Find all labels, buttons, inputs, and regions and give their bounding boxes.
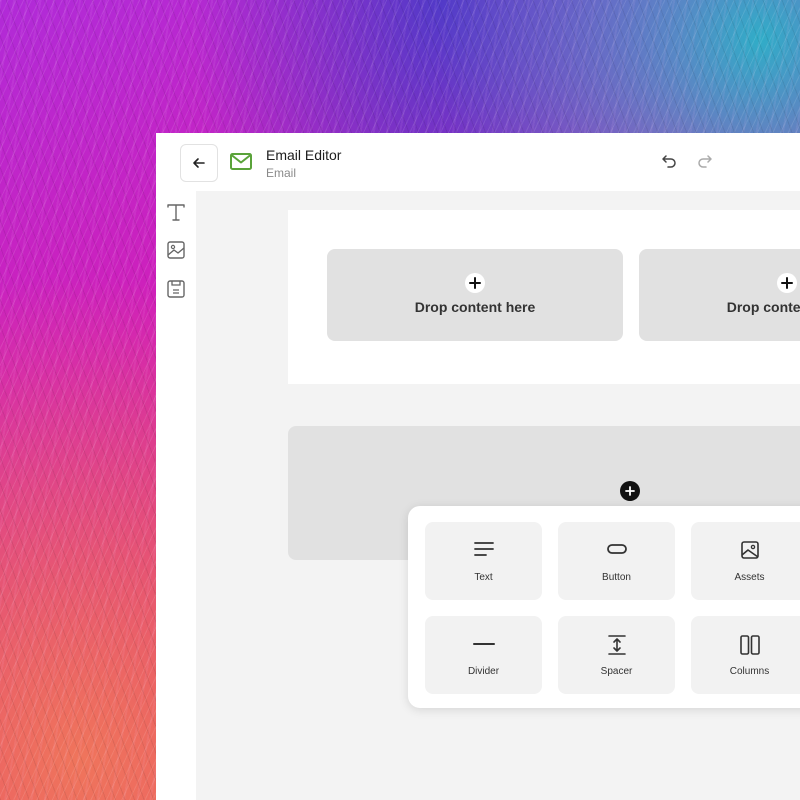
- arrow-left-icon: [193, 158, 205, 168]
- add-block-button[interactable]: [620, 481, 640, 501]
- redo-icon[interactable]: [697, 154, 713, 168]
- top-bar: Email Editor Email: [156, 133, 800, 192]
- email-editor-window: Email Editor Email Drop content here Dro…: [156, 133, 800, 800]
- block-columns[interactable]: Columns: [691, 616, 800, 694]
- spacer-icon: [607, 635, 626, 655]
- block-label: Spacer: [600, 666, 633, 677]
- columns-icon: [739, 635, 760, 655]
- button-icon: [606, 544, 627, 554]
- template-icon[interactable]: [165, 278, 187, 300]
- block-label: Divider: [467, 666, 500, 677]
- text-align-icon: [473, 542, 494, 556]
- block-label: Text: [474, 572, 493, 583]
- block-picker: Text Button Assets Divider Spacer Column…: [408, 506, 800, 708]
- block-text[interactable]: Text: [425, 522, 542, 600]
- divider-icon: [472, 643, 495, 645]
- image-icon: [740, 541, 759, 559]
- plus-icon[interactable]: [465, 273, 485, 293]
- block-divider[interactable]: Divider: [425, 616, 542, 694]
- mail-icon: [230, 153, 252, 170]
- block-label: Button: [602, 572, 631, 583]
- plus-icon[interactable]: [777, 273, 797, 293]
- undo-icon[interactable]: [661, 154, 677, 168]
- block-label: Columns: [729, 666, 770, 677]
- drop-zone-label: Drop content here: [414, 299, 536, 315]
- block-spacer[interactable]: Spacer: [558, 616, 675, 694]
- sidebar: [156, 191, 197, 800]
- block-assets[interactable]: Assets: [691, 522, 800, 600]
- drop-zone[interactable]: Drop content here: [639, 249, 800, 341]
- drop-zone[interactable]: Drop content here: [327, 249, 623, 341]
- email-canvas: Drop content here Drop content here Text: [196, 191, 800, 800]
- page-title: Email Editor: [266, 147, 342, 163]
- text-icon[interactable]: [165, 201, 187, 223]
- image-icon[interactable]: [165, 239, 187, 261]
- block-label: Assets: [734, 572, 765, 583]
- block-button[interactable]: Button: [558, 522, 675, 600]
- page-subtitle: Email: [266, 166, 297, 180]
- content-row: Drop content here Drop content here: [288, 210, 800, 384]
- drop-zone-label: Drop content here: [726, 299, 800, 315]
- back-button[interactable]: [180, 144, 218, 182]
- plus-icon: [625, 486, 635, 496]
